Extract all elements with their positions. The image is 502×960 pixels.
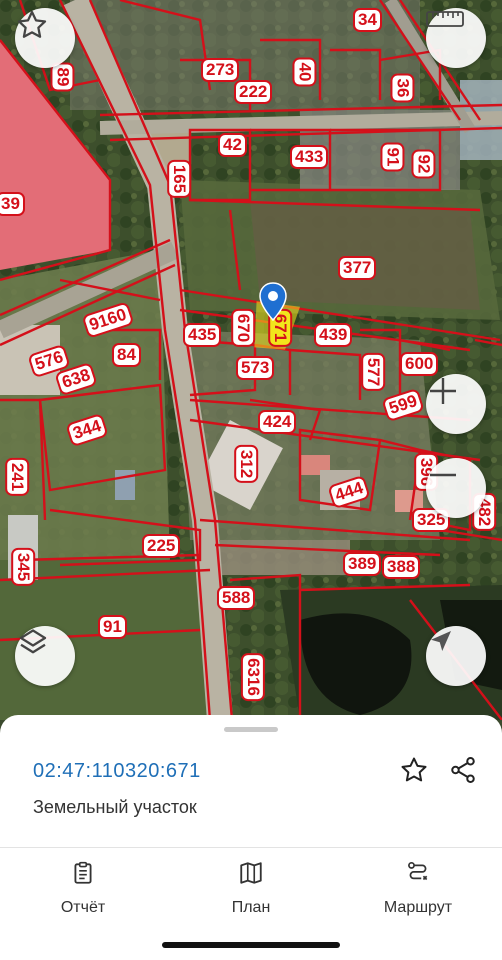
plot-label[interactable]: 388 xyxy=(382,555,421,579)
plot-label[interactable]: 39 xyxy=(0,192,25,216)
plot-label[interactable]: 670 xyxy=(231,308,256,348)
plot-label[interactable]: 439 xyxy=(314,323,353,347)
plot-label[interactable]: 222 xyxy=(234,80,273,104)
map-view[interactable]: 34 89 273 40 222 36 42 433 91 92 165 39 … xyxy=(0,0,502,720)
plot-label[interactable]: 435 xyxy=(183,323,222,347)
plot-label[interactable]: 345 xyxy=(11,547,36,587)
tab-route-label: Маршрут xyxy=(383,899,453,916)
ruler-button[interactable] xyxy=(426,8,486,68)
plot-label[interactable]: 6316 xyxy=(240,653,265,701)
home-indicator[interactable] xyxy=(162,942,340,948)
sheet-grabber[interactable] xyxy=(224,727,278,732)
tab-route[interactable]: Маршрут xyxy=(353,860,483,920)
plot-label[interactable]: 165 xyxy=(167,159,192,199)
plot-label[interactable]: 42 xyxy=(218,133,247,157)
share-button[interactable] xyxy=(446,755,480,789)
layers-button[interactable] xyxy=(15,626,75,686)
tab-plan[interactable]: План xyxy=(186,860,316,920)
plot-label[interactable]: 389 xyxy=(343,552,382,576)
plot-label[interactable]: 377 xyxy=(338,256,377,280)
plot-label[interactable]: 91 xyxy=(98,615,127,639)
object-type: Земельный участок xyxy=(33,797,197,817)
route-icon xyxy=(405,860,431,891)
plot-label[interactable]: 573 xyxy=(236,356,275,380)
share-icon xyxy=(448,755,478,790)
tab-plan-label: План xyxy=(231,899,271,916)
clipboard-icon xyxy=(70,860,96,891)
tab-report-label: Отчёт xyxy=(60,899,106,916)
plot-label[interactable]: 34 xyxy=(353,8,382,32)
zoom-out-button[interactable] xyxy=(426,458,486,518)
plot-label[interactable]: 36 xyxy=(390,73,415,103)
plot-label[interactable]: 577 xyxy=(361,352,386,392)
map-icon xyxy=(238,860,264,891)
plot-label[interactable]: 433 xyxy=(290,145,329,169)
location-pin-icon xyxy=(258,282,288,322)
locate-button[interactable] xyxy=(426,626,486,686)
plot-label[interactable]: 241 xyxy=(5,457,30,497)
plot-label[interactable]: 588 xyxy=(217,586,256,610)
zoom-in-button[interactable] xyxy=(426,374,486,434)
cadastral-number-link[interactable]: 02:47:110320:671 xyxy=(33,760,201,783)
divider xyxy=(0,847,502,848)
favorite-outline-button[interactable] xyxy=(397,755,431,789)
plot-label[interactable]: 600 xyxy=(400,352,439,376)
favorite-button[interactable] xyxy=(15,8,75,68)
plot-label[interactable]: 424 xyxy=(258,410,297,434)
plot-info-sheet: 02:47:110320:671 Земельный участок Отчёт… xyxy=(0,715,502,960)
plot-label[interactable]: 40 xyxy=(292,57,317,87)
plot-label[interactable]: 84 xyxy=(112,343,141,367)
star-outline-icon xyxy=(399,755,429,790)
plot-label[interactable]: 91 xyxy=(380,142,405,172)
plot-label[interactable]: 225 xyxy=(142,534,181,558)
plot-label[interactable]: 273 xyxy=(201,58,240,82)
plot-label[interactable]: 312 xyxy=(234,444,259,484)
tab-report[interactable]: Отчёт xyxy=(18,860,148,920)
plot-label[interactable]: 92 xyxy=(411,149,436,179)
plot-label[interactable]: 89 xyxy=(50,62,75,92)
